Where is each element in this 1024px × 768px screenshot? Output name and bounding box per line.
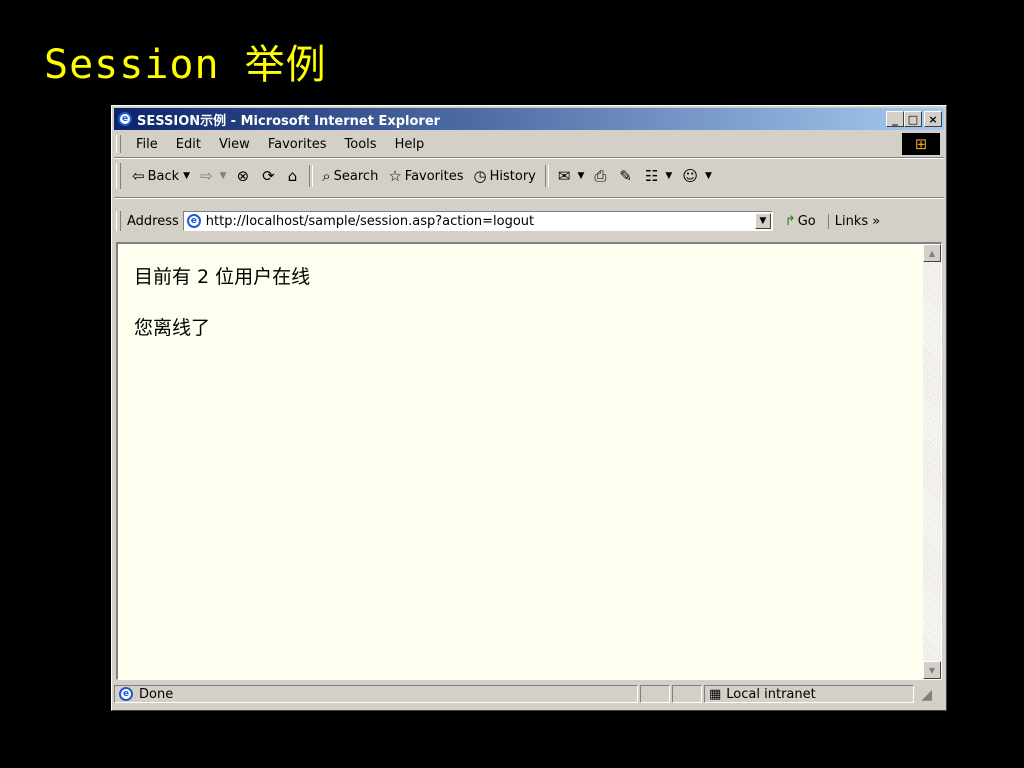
- discuss-dropdown-icon[interactable]: ▼: [665, 171, 672, 181]
- search-button[interactable]: ⌕ Search: [317, 167, 383, 185]
- address-dropdown-icon[interactable]: ▼: [754, 213, 771, 229]
- scroll-down-button[interactable]: ▼: [923, 661, 941, 679]
- menu-bar-grip[interactable]: [116, 135, 121, 153]
- discuss-button[interactable]: ☷ ▼: [640, 167, 677, 185]
- search-icon: ⌕: [322, 167, 331, 185]
- history-icon: ◷: [473, 167, 487, 185]
- favorites-button[interactable]: ☆ Favorites: [383, 167, 468, 185]
- forward-button[interactable]: ⇨ ▼: [195, 167, 232, 185]
- window-title: SESSION示例 - Microsoft Internet Explorer: [137, 113, 441, 129]
- title-bar[interactable]: e SESSION示例 - Microsoft Internet Explore…: [114, 108, 944, 130]
- menu-tools[interactable]: Tools: [336, 137, 386, 152]
- page-content: 目前有 2 位用户在线 您离线了: [134, 262, 911, 364]
- menu-bar: File Edit View Favorites Tools Help ⊞: [114, 132, 944, 156]
- messenger-button[interactable]: ☺ ▼: [677, 167, 717, 185]
- favorites-icon: ☆: [388, 167, 402, 185]
- stop-icon: ⊗: [236, 167, 250, 185]
- menu-separator: [114, 157, 944, 159]
- history-button[interactable]: ◷ History: [469, 167, 541, 185]
- status-pane-zone: ▦ Local intranet: [704, 685, 914, 703]
- mail-button[interactable]: ✉ ▼: [553, 167, 590, 185]
- print-icon: ⎙: [594, 167, 607, 185]
- status-pane-main: e Done: [114, 685, 638, 703]
- edit-button[interactable]: ✎: [614, 167, 640, 185]
- toolbar-separator: [309, 165, 314, 187]
- menu-view[interactable]: View: [210, 137, 259, 152]
- close-button[interactable]: ×: [924, 111, 942, 127]
- go-label: Go: [797, 213, 816, 229]
- menu-favorites[interactable]: Favorites: [259, 137, 336, 152]
- refresh-icon: ⟳: [262, 167, 275, 185]
- home-icon: ⌂: [287, 167, 298, 185]
- online-users-text: 目前有 2 位用户在线: [134, 266, 311, 288]
- vertical-scrollbar[interactable]: ▲ ▼: [923, 244, 941, 679]
- forward-arrow-icon: ⇨: [200, 167, 213, 185]
- toolbar-separator-line: [114, 197, 944, 199]
- address-bar-grip[interactable]: [116, 211, 121, 231]
- menu-file[interactable]: File: [127, 137, 167, 152]
- forward-dropdown-icon[interactable]: ▼: [220, 171, 227, 181]
- home-button[interactable]: ⌂: [283, 167, 306, 185]
- standard-toolbar: ⇦ Back ▼ ⇨ ▼ ⊗ ⟳ ⌂ ⌕ Search ☆ Favorites …: [114, 160, 944, 192]
- search-label: Search: [333, 168, 379, 184]
- zone-text: Local intranet: [726, 686, 816, 702]
- toolbar-separator: [544, 165, 549, 187]
- status-pane-security: [672, 685, 702, 703]
- minimize-button[interactable]: _: [886, 111, 904, 127]
- status-bar: e Done ▦ Local intranet ◢: [114, 682, 944, 706]
- status-text: Done: [139, 686, 174, 702]
- logout-message: 您离线了: [134, 317, 211, 339]
- page-viewport: 目前有 2 位用户在线 您离线了 ▲ ▼: [116, 242, 942, 680]
- slide-title: Session 举例: [44, 42, 327, 88]
- address-url[interactable]: http://localhost/sample/session.asp?acti…: [206, 214, 534, 229]
- messenger-dropdown-icon[interactable]: ▼: [705, 171, 712, 181]
- status-pane-progress: [640, 685, 670, 703]
- discuss-icon: ☷: [644, 167, 659, 185]
- refresh-button[interactable]: ⟳: [257, 167, 283, 185]
- links-button[interactable]: Links »: [827, 213, 880, 229]
- local-intranet-icon: ▦: [709, 686, 722, 702]
- messenger-icon: ☺: [682, 167, 698, 185]
- menu-help[interactable]: Help: [386, 137, 434, 152]
- page-icon: e: [186, 213, 202, 229]
- history-label: History: [489, 168, 536, 184]
- go-arrow-icon: ↱: [784, 213, 796, 229]
- address-input[interactable]: e http://localhost/sample/session.asp?ac…: [182, 211, 773, 231]
- ie-logo-icon: e: [117, 111, 133, 127]
- back-dropdown-icon[interactable]: ▼: [183, 171, 190, 181]
- back-label: Back: [147, 168, 180, 184]
- favorites-label: Favorites: [404, 168, 464, 184]
- maximize-button[interactable]: □: [904, 111, 922, 127]
- edit-icon: ✎: [619, 167, 632, 185]
- address-bar: Address e http://localhost/sample/sessio…: [114, 208, 944, 234]
- stop-button[interactable]: ⊗: [232, 167, 258, 185]
- mail-icon: ✉: [557, 167, 571, 185]
- print-button[interactable]: ⎙: [589, 167, 614, 185]
- browser-window: e SESSION示例 - Microsoft Internet Explore…: [111, 105, 947, 711]
- resize-grip-icon[interactable]: ◢: [916, 685, 932, 703]
- go-button[interactable]: ↱ Go: [785, 214, 816, 229]
- scroll-up-button[interactable]: ▲: [923, 244, 941, 262]
- windows-logo-icon: ⊞: [902, 133, 940, 155]
- toolbar-grip[interactable]: [116, 163, 121, 189]
- back-button[interactable]: ⇦ Back ▼: [127, 167, 195, 185]
- back-arrow-icon: ⇦: [132, 167, 145, 185]
- page-status-icon: e: [119, 687, 133, 701]
- mail-dropdown-icon[interactable]: ▼: [577, 171, 584, 181]
- address-label: Address: [127, 213, 179, 229]
- menu-edit[interactable]: Edit: [167, 137, 210, 152]
